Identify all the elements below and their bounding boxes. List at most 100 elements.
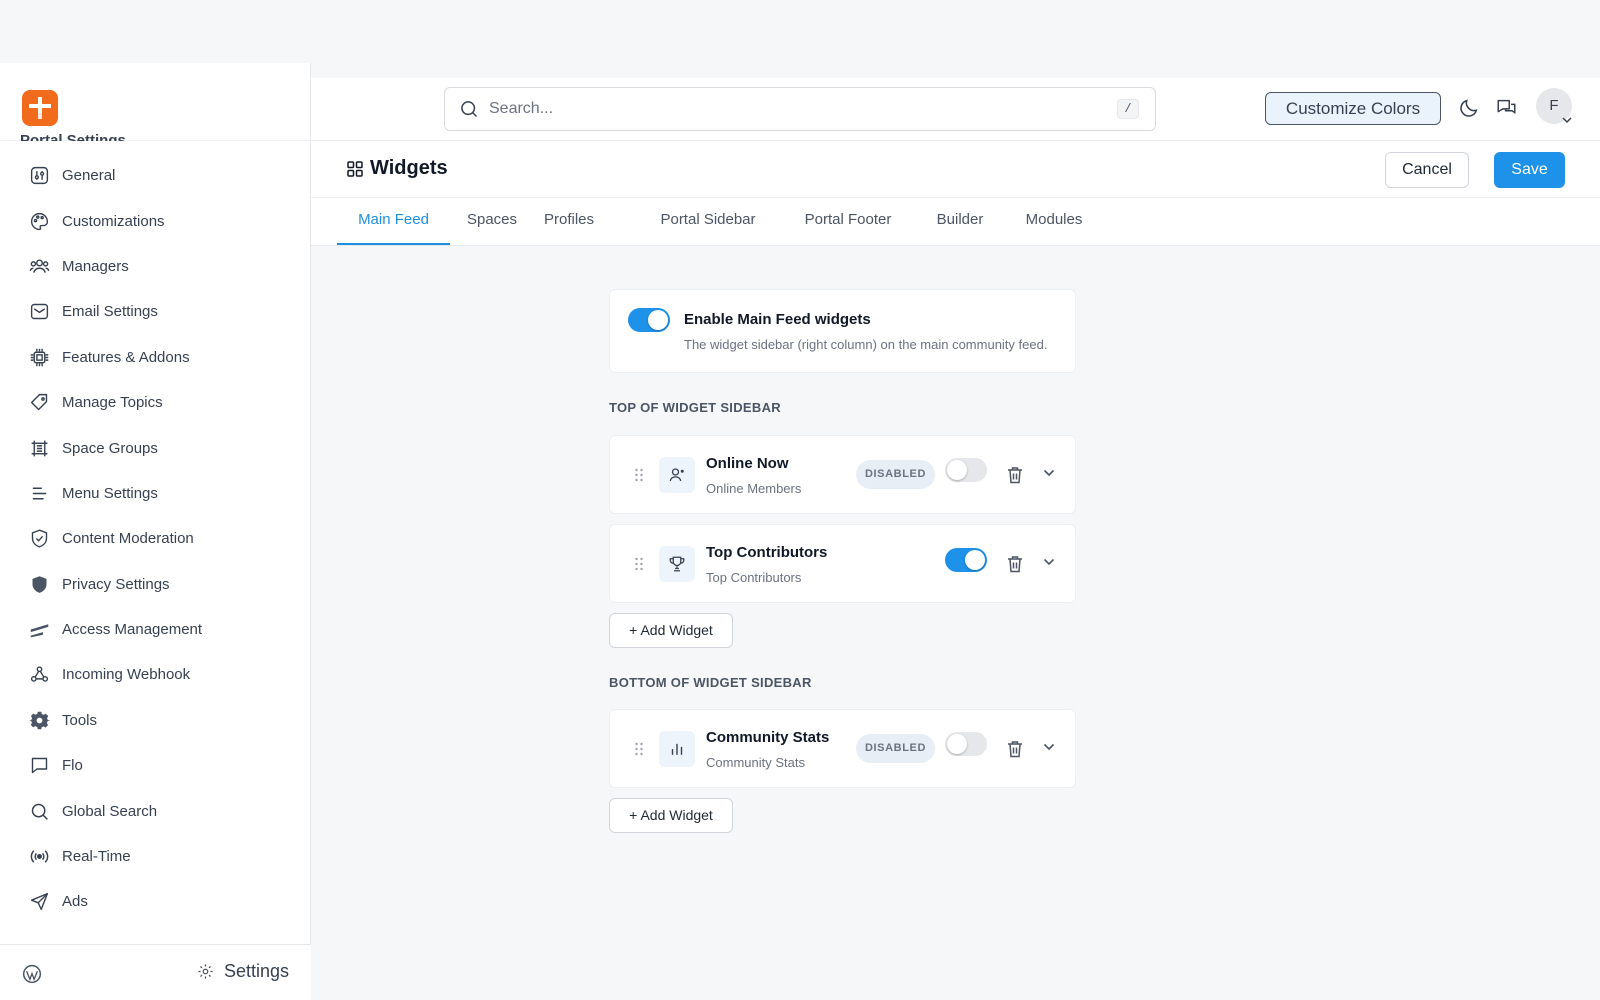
sidebar-item-space-groups[interactable]: Space Groups bbox=[0, 425, 311, 470]
search-icon bbox=[461, 101, 478, 118]
sidebar-nav: General Customizations Managers Email Se… bbox=[0, 153, 311, 925]
main-content: Widgets Cancel Save Main Feed Spaces Pro… bbox=[311, 141, 1600, 1000]
mail-icon bbox=[28, 301, 50, 323]
page-title: Widgets bbox=[347, 157, 448, 180]
main-feed-settings: Enable Main Feed widgets The widget side… bbox=[609, 289, 1076, 833]
app-logo[interactable] bbox=[22, 90, 58, 126]
chevron-down-icon[interactable] bbox=[1043, 469, 1055, 477]
tag-icon bbox=[28, 392, 50, 414]
top-strip bbox=[0, 0, 1600, 63]
sidebar-item-ads[interactable]: Ads bbox=[0, 879, 311, 924]
toggle-knob bbox=[947, 734, 967, 754]
trash-icon[interactable] bbox=[1007, 740, 1023, 758]
sidebar-item-content-moderation[interactable]: Content Moderation bbox=[0, 516, 311, 561]
logo-icon bbox=[29, 97, 51, 119]
sidebar-item-customizations[interactable]: Customizations bbox=[0, 198, 311, 243]
top-section-label: TOP OF WIDGET SIDEBAR bbox=[609, 400, 781, 415]
search-icon bbox=[28, 800, 50, 822]
tab-main-feed[interactable]: Main Feed bbox=[337, 198, 450, 245]
sidebar-item-label: Tools bbox=[62, 711, 98, 729]
sidebar-item-incoming-webhook[interactable]: Incoming Webhook bbox=[0, 652, 311, 697]
sidebar-item-label: General bbox=[62, 167, 116, 185]
widget-card-online-now: Online Now Online Members DISABLED bbox=[609, 435, 1076, 514]
sidebar-item-real-time[interactable]: Real-Time bbox=[0, 834, 311, 879]
widget-icon-box bbox=[659, 546, 695, 582]
chip-icon bbox=[28, 346, 50, 368]
chat-icon bbox=[28, 755, 50, 777]
search-bar[interactable]: / bbox=[444, 87, 1156, 131]
top-header: / Customize Colors F bbox=[311, 78, 1600, 141]
sidebar-item-manage-topics[interactable]: Manage Topics bbox=[0, 380, 311, 425]
toggle-knob bbox=[947, 460, 967, 480]
sidebar-item-global-search[interactable]: Global Search bbox=[0, 788, 311, 833]
chevron-down-icon bbox=[1562, 117, 1572, 124]
tab-portal-footer[interactable]: Portal Footer bbox=[796, 198, 900, 245]
save-button[interactable]: Save bbox=[1494, 152, 1565, 188]
sidebar-item-label: Ads bbox=[62, 893, 88, 911]
sidebar-item-label: Email Settings bbox=[62, 303, 158, 321]
frame-icon bbox=[28, 437, 50, 459]
sidebar-item-general[interactable]: General bbox=[0, 153, 311, 198]
drag-handle-icon[interactable] bbox=[634, 557, 644, 571]
tab-spaces[interactable]: Spaces bbox=[460, 198, 524, 245]
sidebar-footer: Settings bbox=[0, 944, 311, 1000]
enable-main-feed-toggle[interactable] bbox=[628, 308, 670, 332]
add-widget-button-bottom[interactable]: + Add Widget bbox=[609, 798, 733, 833]
gear-icon bbox=[198, 964, 213, 979]
webhook-icon bbox=[28, 664, 50, 686]
widget-title: Top Contributors bbox=[706, 544, 828, 561]
moon-icon[interactable] bbox=[1458, 97, 1480, 119]
sidebar-item-label: Global Search bbox=[62, 802, 158, 820]
trash-icon[interactable] bbox=[1007, 555, 1023, 573]
menu-icon bbox=[28, 482, 50, 504]
drag-handle-icon[interactable] bbox=[634, 468, 644, 482]
sidebar-item-label: Menu Settings bbox=[62, 484, 158, 502]
sidebar-item-access-management[interactable]: Access Management bbox=[0, 607, 311, 652]
tab-modules[interactable]: Modules bbox=[1019, 198, 1089, 245]
tab-portal-sidebar[interactable]: Portal Sidebar bbox=[654, 198, 762, 245]
chevron-down-icon[interactable] bbox=[1043, 558, 1055, 566]
enable-description: The widget sidebar (right column) on the… bbox=[684, 337, 1048, 352]
sidebar-item-label: Features & Addons bbox=[62, 348, 190, 366]
widget-icon-box bbox=[659, 457, 695, 493]
tab-profiles[interactable]: Profiles bbox=[534, 198, 604, 245]
sidebar-item-features-addons[interactable]: Features & Addons bbox=[0, 335, 311, 380]
sidebar-item-tools[interactable]: Tools bbox=[0, 698, 311, 743]
tab-builder[interactable]: Builder bbox=[929, 198, 991, 245]
sidebar-item-privacy-settings[interactable]: Privacy Settings bbox=[0, 562, 311, 607]
settings-link[interactable]: Settings bbox=[197, 961, 289, 982]
widget-icon-box bbox=[659, 731, 695, 767]
chevron-down-icon[interactable] bbox=[1043, 743, 1055, 751]
widget-subtitle: Online Members bbox=[706, 481, 802, 496]
enable-widgets-card: Enable Main Feed widgets The widget side… bbox=[609, 289, 1076, 373]
trash-icon[interactable] bbox=[1007, 466, 1023, 484]
status-badge: DISABLED bbox=[856, 460, 935, 489]
cancel-button[interactable]: Cancel bbox=[1385, 152, 1469, 188]
widget-toggle[interactable] bbox=[945, 548, 987, 572]
widget-card-community-stats: Community Stats Community Stats DISABLED bbox=[609, 709, 1076, 788]
search-shortcut-hint: / bbox=[1117, 99, 1139, 119]
chat-bubbles-icon[interactable] bbox=[1495, 97, 1518, 119]
broadcast-icon bbox=[28, 846, 50, 868]
widget-toggle[interactable] bbox=[945, 458, 987, 482]
wordpress-icon[interactable] bbox=[22, 964, 42, 984]
enable-title: Enable Main Feed widgets bbox=[684, 311, 871, 328]
search-input[interactable] bbox=[489, 100, 1069, 118]
send-icon bbox=[28, 891, 50, 913]
sidebar-item-label: Privacy Settings bbox=[62, 575, 170, 593]
settings-sidebar: Portal Settings General Customizations M… bbox=[0, 63, 311, 1000]
sidebar-item-label: Real-Time bbox=[62, 848, 131, 866]
sidebar-item-label: Access Management bbox=[62, 621, 203, 639]
sidebar-item-flo[interactable]: Flo bbox=[0, 743, 311, 788]
sidebar-item-email-settings[interactable]: Email Settings bbox=[0, 289, 311, 334]
toggle-knob bbox=[965, 550, 985, 570]
sidebar-item-managers[interactable]: Managers bbox=[0, 244, 311, 289]
status-badge: DISABLED bbox=[856, 734, 935, 763]
stripes-icon bbox=[28, 619, 50, 641]
page-header: Widgets Cancel Save bbox=[311, 141, 1600, 198]
widget-toggle[interactable] bbox=[945, 732, 987, 756]
drag-handle-icon[interactable] bbox=[634, 742, 644, 756]
add-widget-button-top[interactable]: + Add Widget bbox=[609, 613, 733, 648]
customize-colors-button[interactable]: Customize Colors bbox=[1265, 92, 1441, 125]
sidebar-item-menu-settings[interactable]: Menu Settings bbox=[0, 471, 311, 516]
